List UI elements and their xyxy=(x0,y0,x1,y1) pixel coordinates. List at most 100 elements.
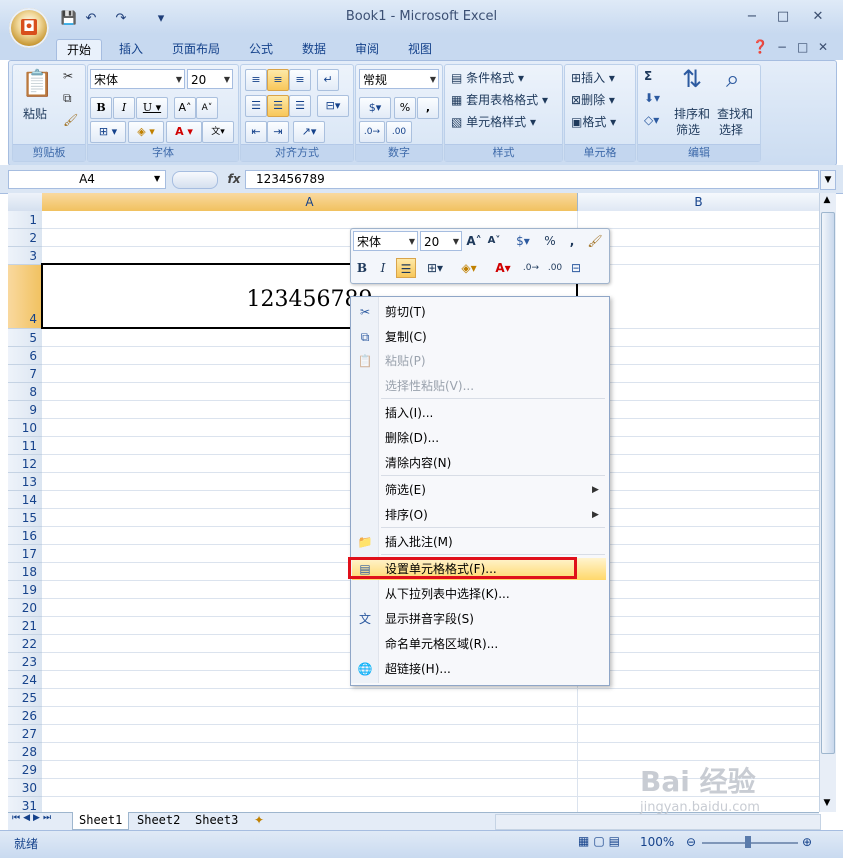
mini-bold-button[interactable]: B xyxy=(353,258,371,278)
mini-decrease-decimal-icon[interactable]: .00 xyxy=(544,258,566,278)
merge-center-icon[interactable]: ⊟▾ xyxy=(317,95,349,117)
mini-font-combo[interactable]: 宋体 ▼ xyxy=(353,231,418,251)
close-button[interactable]: ✕ xyxy=(806,8,830,26)
number-format-combo[interactable]: 常规 ▼ xyxy=(359,69,439,89)
sort-filter-label-2[interactable]: 筛选 xyxy=(676,121,700,138)
row-header[interactable]: 15 xyxy=(8,509,42,527)
bold-button[interactable]: B xyxy=(90,97,112,119)
wb-close-button[interactable]: ✕ xyxy=(818,40,828,54)
borders-icon[interactable]: ⊞ ▾ xyxy=(90,121,126,143)
zoom-slider-thumb[interactable] xyxy=(745,836,751,848)
paste-button[interactable]: 粘贴 xyxy=(23,105,47,122)
delete-cells-button[interactable]: ⊠删除 ▾ xyxy=(571,91,615,108)
decrease-indent-icon[interactable]: ⇤ xyxy=(245,121,267,143)
mini-currency-icon[interactable]: $▾ xyxy=(508,231,538,251)
help-icon[interactable]: ❓ xyxy=(752,40,768,55)
row-header[interactable]: 29 xyxy=(8,761,42,779)
context-menu-item[interactable]: 插入批注(M) xyxy=(385,531,453,553)
format-cells-button[interactable]: ▣格式 ▾ xyxy=(571,113,616,130)
sheet-nav-icon[interactable]: ⏮◀▶⏭ xyxy=(12,813,54,823)
scroll-thumb[interactable] xyxy=(821,212,835,754)
zoom-in-icon[interactable]: ⊕ xyxy=(802,835,812,849)
font-name-combo[interactable]: 宋体 ▼ xyxy=(90,69,185,89)
percent-button[interactable]: % xyxy=(394,97,416,119)
align-right-icon[interactable]: ☰ xyxy=(289,95,311,117)
row-header[interactable]: 8 xyxy=(8,383,42,401)
row-header[interactable]: 6 xyxy=(8,347,42,365)
wrap-text-icon[interactable]: ↵ xyxy=(317,69,339,91)
tab-view[interactable]: 视图 xyxy=(398,39,442,60)
row-header[interactable]: 10 xyxy=(8,419,42,437)
context-menu-item[interactable]: 粘贴(P) xyxy=(385,350,426,372)
mini-increase-decimal-icon[interactable]: .0→ xyxy=(520,258,542,278)
format-as-table-button[interactable]: ▦ 套用表格格式 ▾ xyxy=(451,91,548,108)
tab-insert[interactable]: 插入 xyxy=(109,39,153,60)
row-header[interactable]: 13 xyxy=(8,473,42,491)
context-menu-item[interactable]: 清除内容(N) xyxy=(385,452,451,474)
align-bottom-icon[interactable]: ≡ xyxy=(289,69,311,91)
office-button[interactable]: ◘ xyxy=(9,8,49,48)
sheet-tab-1[interactable]: Sheet1 xyxy=(72,812,130,830)
row-header[interactable]: 7 xyxy=(8,365,42,383)
expand-formula-bar-icon[interactable]: ▼ xyxy=(820,170,836,190)
underline-button[interactable]: U ▾ xyxy=(136,97,168,119)
context-menu-item[interactable]: 筛选(E) xyxy=(385,479,426,501)
row-header[interactable]: 2 xyxy=(8,229,42,247)
row-header[interactable]: 30 xyxy=(8,779,42,797)
insert-sheet-icon[interactable]: ✦ xyxy=(254,813,264,827)
row-header[interactable]: 24 xyxy=(8,671,42,689)
row-header[interactable]: 21 xyxy=(8,617,42,635)
mini-shrink-font-icon[interactable]: A˅ xyxy=(485,231,503,251)
row-header[interactable]: 1 xyxy=(8,211,42,229)
clear-icon[interactable]: ◇▾ xyxy=(644,113,659,127)
fill-icon[interactable]: ⬇▾ xyxy=(644,91,660,105)
currency-icon[interactable]: $▾ xyxy=(359,97,391,119)
align-top-icon[interactable]: ≡ xyxy=(245,69,267,91)
autosum-button[interactable]: Σ xyxy=(644,69,652,83)
zoom-out-icon[interactable]: ⊖ xyxy=(686,835,696,849)
phonetic-icon[interactable]: 文▾ xyxy=(202,121,234,143)
wb-minimize-button[interactable]: − xyxy=(777,40,787,54)
row-header[interactable]: 9 xyxy=(8,401,42,419)
insert-cells-button[interactable]: ⊞插入 ▾ xyxy=(571,69,615,86)
mini-borders-icon[interactable]: ⊞▾ xyxy=(420,258,450,278)
decrease-decimal-icon[interactable]: .00 xyxy=(386,121,412,143)
row-header[interactable]: 4 xyxy=(8,265,42,329)
wb-restore-button[interactable]: □ xyxy=(797,40,808,54)
sort-filter-label-1[interactable]: 排序和 xyxy=(674,105,710,122)
align-left-icon[interactable]: ☰ xyxy=(245,95,267,117)
insert-function-icon[interactable]: fx xyxy=(224,170,244,189)
align-center-icon[interactable]: ☰ xyxy=(267,95,289,117)
cut-icon[interactable]: ✂ xyxy=(63,69,73,83)
select-all-button[interactable] xyxy=(8,193,43,211)
increase-decimal-icon[interactable]: .0→ xyxy=(359,121,385,143)
format-painter-icon[interactable]: 🖌 xyxy=(63,113,78,127)
row-header[interactable]: 22 xyxy=(8,635,42,653)
sort-filter-icon[interactable]: ⇅ xyxy=(682,65,702,93)
tab-home[interactable]: 开始 xyxy=(56,39,103,61)
column-header-b[interactable]: B xyxy=(578,193,819,211)
maximize-button[interactable]: □ xyxy=(771,8,795,26)
fill-color-icon[interactable]: ◈ ▾ xyxy=(128,121,164,143)
tab-data[interactable]: 数据 xyxy=(292,39,336,60)
context-menu-item[interactable]: 插入(I)... xyxy=(385,402,433,424)
zoom-level[interactable]: 100% xyxy=(640,835,674,849)
paste-icon[interactable]: 📋 xyxy=(21,69,53,99)
row-header[interactable]: 18 xyxy=(8,563,42,581)
conditional-format-button[interactable]: ▤ 条件格式 ▾ xyxy=(451,69,524,86)
align-middle-icon[interactable]: ≡ xyxy=(267,69,289,91)
row-header[interactable]: 23 xyxy=(8,653,42,671)
save-icon[interactable]: 💾 xyxy=(60,10,78,28)
row-header[interactable]: 3 xyxy=(8,247,42,265)
sheet-tab-2[interactable]: Sheet2 xyxy=(131,812,186,829)
orientation-icon[interactable]: ↗▾ xyxy=(293,121,325,143)
context-menu-item[interactable]: 超链接(H)... xyxy=(385,658,451,680)
minimize-button[interactable]: − xyxy=(740,8,764,26)
font-color-icon[interactable]: A ▾ xyxy=(166,121,202,143)
scroll-down-icon[interactable]: ▼ xyxy=(820,798,834,812)
mini-font-color-icon[interactable]: A▾ xyxy=(488,258,518,278)
scroll-up-icon[interactable]: ▲ xyxy=(820,195,834,209)
row-header[interactable]: 26 xyxy=(8,707,42,725)
italic-button[interactable]: I xyxy=(113,97,135,119)
undo-icon[interactable]: ↶ xyxy=(82,10,100,28)
